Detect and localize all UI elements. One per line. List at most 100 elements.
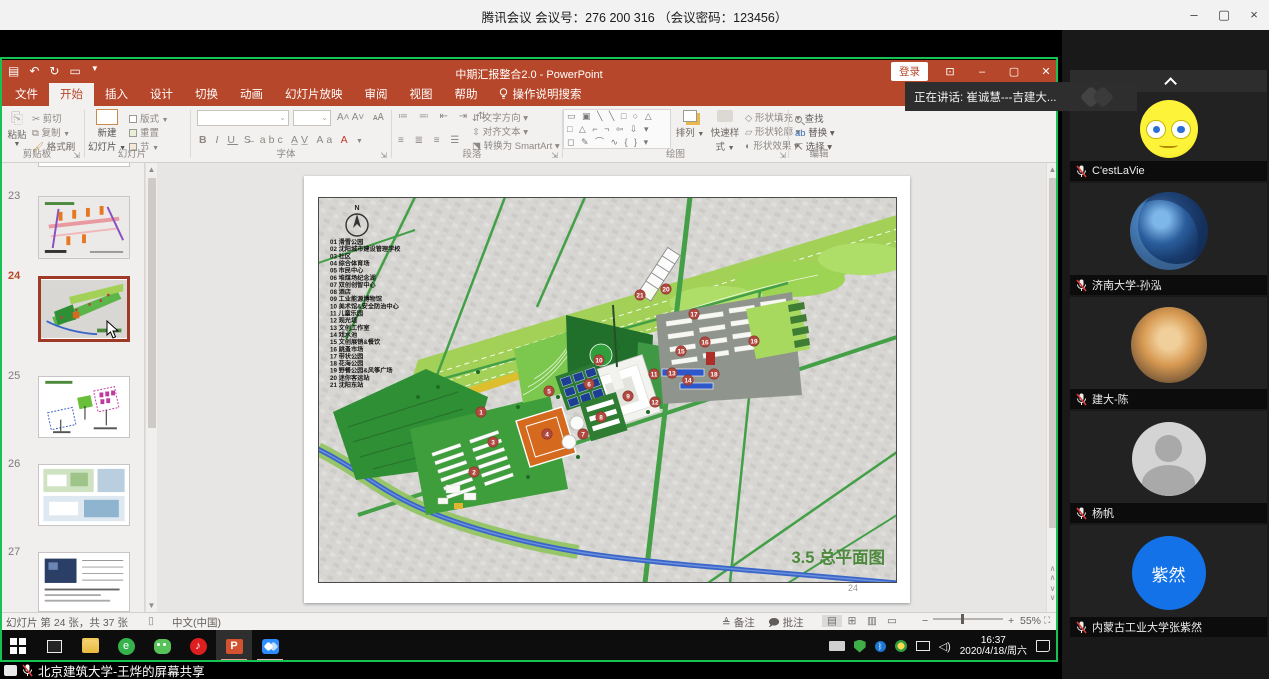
- antivirus-tray-icon[interactable]: [895, 640, 907, 652]
- participant-tile[interactable]: 杨帆: [1070, 411, 1267, 523]
- reset-button[interactable]: 重置: [129, 125, 159, 139]
- slide-thumbnail-27[interactable]: [38, 552, 130, 612]
- font-dialog-launcher[interactable]: ⇲: [380, 151, 387, 160]
- slide-thumbnail-25[interactable]: [38, 376, 130, 438]
- drawing-dialog-launcher[interactable]: ⇲: [779, 151, 786, 160]
- avatar: [1132, 422, 1206, 496]
- scroll-down-arrow[interactable]: ▼: [146, 599, 157, 612]
- paste-button[interactable]: ⎘ 粘贴▼: [4, 110, 30, 148]
- svg-text:6: 6: [587, 381, 591, 388]
- slide-canvas[interactable]: N 01 滑雪公园02 沈阳城市建设管理学校03 社区04 综合体育场05 市民…: [304, 176, 910, 603]
- participant-tile[interactable]: 济南大学-孙泓: [1070, 183, 1267, 295]
- avatar: [1130, 192, 1208, 270]
- zoom-out-button[interactable]: −: [922, 615, 928, 627]
- ribbon-tab-插入[interactable]: 插入: [94, 83, 139, 106]
- map-marker-1: 1: [476, 407, 486, 417]
- ppt-close-button[interactable]: ✕: [1036, 65, 1056, 78]
- close-button[interactable]: ×: [1239, 0, 1269, 30]
- slide-thumbnail-22-partial[interactable]: [38, 163, 130, 167]
- ribbon-tab-切换[interactable]: 切换: [184, 83, 229, 106]
- slide-thumbnail-23[interactable]: [38, 196, 130, 259]
- tell-me-search[interactable]: 操作说明搜索: [489, 83, 592, 106]
- network-icon[interactable]: [916, 641, 930, 651]
- ribbon-tab-视图[interactable]: 视图: [399, 83, 444, 106]
- language-indicator[interactable]: 中文(中国): [172, 615, 221, 630]
- font-style-buttons[interactable]: B I U S̶ abc A̲V̲ Aa A ▼: [199, 134, 366, 146]
- replace-button[interactable]: ab 替换 ▾: [795, 125, 835, 139]
- font-name-select[interactable]: ⌄: [197, 110, 289, 126]
- shapes-gallery[interactable]: ▭ ▣ ╲ ╲ □ ○ △□ △ ⌐ ¬ ⇦ ⇩ ▾◻ ✎ ⌒ ∿ { } ▾: [563, 109, 671, 149]
- browser-360-icon[interactable]: e: [108, 630, 144, 662]
- canvas-scroll-up[interactable]: ▲: [1047, 163, 1058, 176]
- clear-format-icon[interactable]: 🗚: [373, 112, 384, 123]
- arrange-button[interactable]: 排列 ▼: [675, 110, 705, 139]
- security-shield-icon[interactable]: [854, 640, 866, 653]
- slide-thumbnail-24[interactable]: [38, 276, 130, 342]
- copy-icon: ⧉: [32, 128, 39, 139]
- legend-item-11: 11 儿童乐园: [330, 310, 363, 318]
- login-button[interactable]: 登录: [891, 62, 928, 81]
- font-size-select[interactable]: ⌄: [293, 110, 331, 126]
- powerpoint-taskbar-icon[interactable]: P: [216, 630, 252, 662]
- ribbon-tab-审阅[interactable]: 审阅: [354, 83, 399, 106]
- find-button[interactable]: 查找: [795, 111, 824, 125]
- align-buttons[interactable]: ≡ ≣ ≡ ☰: [398, 135, 463, 146]
- tencent-meeting-taskbar-icon[interactable]: [252, 630, 288, 662]
- muted-mic-icon: [22, 664, 33, 677]
- zoom-level[interactable]: 55%: [1020, 615, 1041, 627]
- map-marker-20: 20: [661, 284, 671, 294]
- scroll-up-arrow[interactable]: ▲: [146, 163, 157, 176]
- legend-item-10: 10 美术馆&安全防治中心: [330, 302, 400, 310]
- legend-item-7: 07 双创创智中心: [330, 281, 377, 289]
- previous-slide-button[interactable]: ∧∧: [1047, 564, 1058, 582]
- ribbon-tab-文件[interactable]: 文件: [4, 83, 49, 106]
- cut-button[interactable]: ✂ 剪切: [32, 111, 62, 125]
- layout-button[interactable]: 版式 ▼: [129, 111, 169, 125]
- ribbon-options-icon[interactable]: ⊡: [940, 65, 960, 78]
- bluetooth-icon[interactable]: ᛒ: [875, 641, 886, 652]
- map-marker-9: 9: [623, 391, 633, 401]
- ribbon-tab-帮助[interactable]: 帮助: [444, 83, 489, 106]
- netease-music-icon[interactable]: ♪: [180, 630, 216, 662]
- fit-slide-button[interactable]: ⛶: [1044, 615, 1050, 626]
- participant-name: 济南大学-孙泓: [1092, 277, 1162, 293]
- text-direction-button[interactable]: ⇵ 文字方向 ▾: [472, 110, 528, 124]
- svg-text:19: 19: [750, 338, 758, 345]
- next-slide-button[interactable]: ∨∨: [1047, 584, 1058, 602]
- action-center-icon[interactable]: [1036, 640, 1050, 652]
- svg-text:18: 18: [710, 371, 718, 378]
- participant-tile[interactable]: 紫然内蒙古工业大学张紫然: [1070, 525, 1267, 637]
- start-button[interactable]: [0, 630, 36, 662]
- maximize-button[interactable]: ▢: [1209, 0, 1239, 30]
- ppt-minimize-button[interactable]: –: [972, 66, 992, 78]
- minimize-button[interactable]: –: [1179, 0, 1209, 30]
- ribbon-tab-动画[interactable]: 动画: [229, 83, 274, 106]
- ribbon-tab-开始[interactable]: 开始: [49, 83, 94, 106]
- copy-button[interactable]: ⧉ 复制 ▼: [32, 125, 70, 139]
- paragraph-dialog-launcher[interactable]: ⇲: [551, 151, 558, 160]
- file-explorer-icon[interactable]: [72, 630, 108, 662]
- keyboard-tray-icon[interactable]: [829, 641, 845, 651]
- legend-item-3: 03 社区: [330, 252, 352, 260]
- zoom-slider[interactable]: [933, 615, 1003, 627]
- accessibility-icon[interactable]: ▯: [148, 615, 154, 627]
- ribbon-tab-设计[interactable]: 设计: [139, 83, 184, 106]
- volume-icon[interactable]: ◁): [939, 640, 951, 653]
- wechat-icon[interactable]: [144, 630, 180, 662]
- svg-text:3: 3: [491, 439, 495, 446]
- zoom-in-button[interactable]: +: [1008, 615, 1014, 627]
- view-buttons[interactable]: ▤⊞▥▭: [822, 615, 902, 627]
- ppt-restore-button[interactable]: ▢: [1004, 65, 1024, 78]
- clipboard-dialog-launcher[interactable]: ⇲: [73, 151, 80, 160]
- grow-font-icon[interactable]: A˄ A˅: [337, 112, 364, 123]
- legend-item-2: 02 沈阳城市建设管理学校: [330, 245, 401, 253]
- ribbon-tab-幻灯片放映[interactable]: 幻灯片放映: [274, 83, 354, 106]
- clock[interactable]: 16:372020/4/18/周六: [960, 635, 1027, 657]
- canvas-scrollbar[interactable]: ▲ ∧∧ ∨∨: [1046, 163, 1058, 612]
- participant-tile[interactable]: 建大-陈: [1070, 297, 1267, 409]
- slide-thumbnail-26[interactable]: [38, 464, 130, 526]
- align-text-button[interactable]: ⇳ 对齐文本 ▾: [472, 124, 528, 138]
- notes-button[interactable]: ≜ 备注: [722, 615, 755, 630]
- thumbnail-scrollbar[interactable]: ▲ ▼: [145, 163, 157, 612]
- task-view-button[interactable]: [36, 630, 72, 662]
